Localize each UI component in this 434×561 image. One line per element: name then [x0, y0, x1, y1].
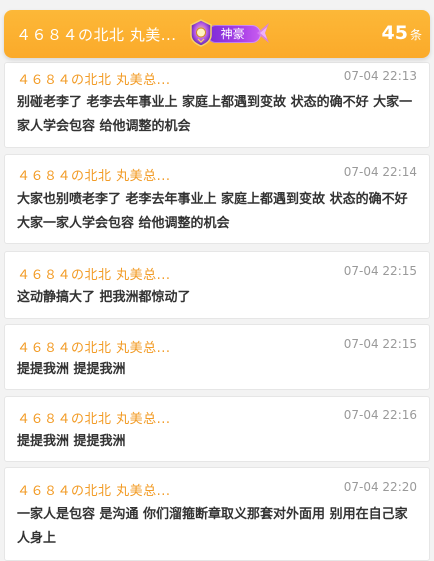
message-count-unit: 条 [409, 28, 422, 42]
message-card: ４６８４の北北 丸美总... 07-04 22:15 这动静搞大了 把我洲都惊动… [4, 251, 430, 319]
message-sender[interactable]: ４６８４の北北 丸美总... [17, 480, 171, 499]
message-count: 45 条 [382, 22, 422, 44]
message-text: 一家人是包容 是沟通 你们溜箍断章取义那套对外面用 别用在自己家人身上 [17, 507, 408, 546]
vip-emblem-icon [189, 19, 212, 47]
message-text: 大家也别喷老李了 老李去年事业上 家庭上都遇到变故 状态的确不好 大家一家人学会… [17, 192, 408, 231]
badge-wing-icon [256, 23, 269, 43]
message-card: ４６８４の北北 丸美总... 07-04 22:14 大家也别喷老李了 老李去年… [4, 154, 430, 244]
message-card: ４６８４の北北 丸美总... 07-04 22:15 提提我洲 提提我洲 [4, 324, 430, 390]
message-card: ４６８４の北北 丸美总... 07-04 22:16 提提我洲 提提我洲 [4, 396, 430, 462]
message-time: 07-04 22:20 [343, 480, 417, 494]
message-text: 提提我洲 提提我洲 [17, 434, 126, 449]
message-time: 07-04 22:13 [343, 69, 417, 83]
message-count-value: 45 [381, 22, 408, 44]
message-sender[interactable]: ４６８４の北北 丸美总... [17, 337, 171, 356]
message-time: 07-04 22:15 [343, 337, 417, 351]
message-text: 别碰老李了 老李去年事业上 家庭上都遇到变故 状态的确不好 大家一家人学会包容 … [17, 95, 413, 134]
message-sender[interactable]: ４６８４の北北 丸美总... [17, 264, 171, 283]
message-sender[interactable]: ４６８４の北北 丸美总... [17, 69, 171, 88]
message-header: ４６８４の北北 丸美... 神豪 45 条 [4, 10, 430, 58]
message-time: 07-04 22:15 [343, 264, 417, 278]
message-sender[interactable]: ４６８４の北北 丸美总... [17, 165, 171, 184]
message-time: 07-04 22:14 [343, 165, 417, 179]
header-username[interactable]: ４６８４の北北 丸美... [16, 24, 177, 45]
message-card: ４６８４の北北 丸美总... 07-04 22:13 别碰老李了 老李去年事业上… [4, 62, 430, 148]
vip-badge: 神豪 [189, 19, 269, 47]
vip-badge-label: 神豪 [206, 23, 269, 43]
message-time: 07-04 22:16 [343, 408, 417, 422]
message-text: 这动静搞大了 把我洲都惊动了 [17, 290, 191, 305]
message-text: 提提我洲 提提我洲 [17, 362, 126, 377]
message-card: ４６８４の北北 丸美总... 07-04 22:20 一家人是包容 是沟通 你们… [4, 467, 430, 561]
message-sender[interactable]: ４６８４の北北 丸美总... [17, 408, 171, 427]
